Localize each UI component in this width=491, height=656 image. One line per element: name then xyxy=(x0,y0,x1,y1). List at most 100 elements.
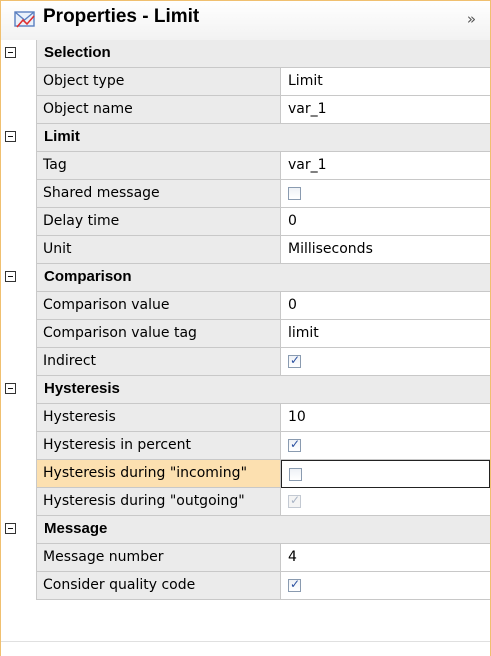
property-checkbox[interactable] xyxy=(288,353,301,368)
group-header-bar: Message xyxy=(36,516,490,544)
property-name-cell[interactable]: Object name xyxy=(36,96,281,124)
property-value-cell[interactable]: 10 xyxy=(281,404,490,432)
property-name-cell[interactable]: Tag xyxy=(36,152,281,180)
property-value[interactable]: 0 xyxy=(288,213,297,229)
group-label: Comparison xyxy=(44,268,132,285)
property-name-cell[interactable]: Hysteresis during "incoming" xyxy=(36,460,281,488)
property-grid: Selection Object type Limit Object name var_… xyxy=(1,40,490,600)
property-name: Hysteresis during "outgoing" xyxy=(43,493,245,509)
property-row[interactable]: Shared message xyxy=(1,180,490,208)
group-label: Hysteresis xyxy=(44,380,120,397)
collapse-group-icon[interactable] xyxy=(5,131,16,142)
properties-panel: Properties - Limit » Selection Object typ… xyxy=(0,0,491,656)
collapse-group-icon[interactable] xyxy=(5,383,16,394)
collapse-group-icon[interactable] xyxy=(5,47,16,58)
property-checkbox[interactable] xyxy=(288,187,301,200)
property-name-cell[interactable]: Hysteresis in percent xyxy=(36,432,281,460)
property-value-cell[interactable]: 0 xyxy=(281,208,490,236)
property-name-cell[interactable]: Hysteresis xyxy=(36,404,281,432)
property-name-cell[interactable]: Indirect xyxy=(36,348,281,376)
property-row[interactable]: Consider quality code xyxy=(1,572,490,600)
property-name-cell[interactable]: Hysteresis during "outgoing" xyxy=(36,488,281,516)
property-row[interactable]: Comparison value tag limit xyxy=(1,320,490,348)
property-value[interactable]: 4 xyxy=(288,549,297,565)
property-name: Object type xyxy=(43,73,125,89)
property-checkbox xyxy=(288,493,301,508)
property-checkbox[interactable] xyxy=(288,437,301,452)
property-value[interactable]: Limit xyxy=(288,73,323,89)
group-header-selection: Selection xyxy=(1,40,490,68)
property-value-cell[interactable]: Milliseconds xyxy=(281,236,490,264)
property-value-cell[interactable] xyxy=(281,180,490,208)
property-value-cell[interactable]: var_1 xyxy=(281,152,490,180)
property-value[interactable]: 10 xyxy=(288,409,306,425)
property-name: Unit xyxy=(43,241,72,257)
property-name-cell[interactable]: Comparison value tag xyxy=(36,320,281,348)
property-name: Comparison value tag xyxy=(43,325,197,341)
panel-footer xyxy=(1,641,490,656)
property-name: Hysteresis in percent xyxy=(43,437,192,453)
property-value[interactable]: limit xyxy=(288,325,319,341)
property-row[interactable]: Object type Limit xyxy=(1,68,490,96)
property-name-cell[interactable]: Shared message xyxy=(36,180,281,208)
property-value-cell[interactable]: 0 xyxy=(281,292,490,320)
collapse-panel-button[interactable]: » xyxy=(467,10,476,28)
group-header-bar: Comparison xyxy=(36,264,490,292)
property-row[interactable]: Message number 4 xyxy=(1,544,490,572)
group-header-message: Message xyxy=(1,516,490,544)
property-name-cell[interactable]: Message number xyxy=(36,544,281,572)
property-checkbox[interactable] xyxy=(289,468,302,481)
panel-titlebar: Properties - Limit » xyxy=(1,1,490,40)
property-value[interactable]: var_1 xyxy=(288,157,327,173)
group-label: Limit xyxy=(44,128,80,145)
property-row[interactable]: Delay time 0 xyxy=(1,208,490,236)
group-header-hysteresis: Hysteresis xyxy=(1,376,490,404)
property-value-cell[interactable]: Limit xyxy=(281,68,490,96)
property-name: Message number xyxy=(43,549,164,565)
property-name: Comparison value xyxy=(43,297,170,313)
group-header-comparison: Comparison xyxy=(1,264,490,292)
group-header-bar: Limit xyxy=(36,124,490,152)
property-name: Shared message xyxy=(43,185,160,201)
property-value-cell[interactable]: 4 xyxy=(281,544,490,572)
property-name: Object name xyxy=(43,101,133,117)
property-value-cell[interactable]: var_1 xyxy=(281,96,490,124)
property-value-cell[interactable] xyxy=(281,348,490,376)
property-name: Delay time xyxy=(43,213,120,229)
property-row[interactable]: Object name var_1 xyxy=(1,96,490,124)
property-name-cell[interactable]: Comparison value xyxy=(36,292,281,320)
collapse-group-icon[interactable] xyxy=(5,523,16,534)
property-value-cell[interactable] xyxy=(281,432,490,460)
property-name: Hysteresis during "incoming" xyxy=(43,465,248,481)
property-row[interactable]: Indirect xyxy=(1,348,490,376)
property-checkbox[interactable] xyxy=(288,577,301,592)
property-value[interactable]: 0 xyxy=(288,297,297,313)
property-value-cell[interactable] xyxy=(281,460,490,488)
property-name-cell[interactable]: Object type xyxy=(36,68,281,96)
group-header-bar: Selection xyxy=(36,40,490,68)
property-name-cell[interactable]: Consider quality code xyxy=(36,572,281,600)
property-row[interactable]: Hysteresis during "outgoing" xyxy=(1,488,490,516)
property-row[interactable]: Hysteresis 10 xyxy=(1,404,490,432)
property-name: Hysteresis xyxy=(43,409,116,425)
property-row[interactable]: Tag var_1 xyxy=(1,152,490,180)
properties-envelope-icon xyxy=(14,11,35,28)
group-label: Selection xyxy=(44,44,111,61)
property-value[interactable]: Milliseconds xyxy=(288,241,373,257)
group-header-bar: Hysteresis xyxy=(36,376,490,404)
property-value-cell[interactable] xyxy=(281,488,490,516)
collapse-group-icon[interactable] xyxy=(5,271,16,282)
property-value-cell[interactable] xyxy=(281,572,490,600)
property-value-cell[interactable]: limit xyxy=(281,320,490,348)
property-name-cell[interactable]: Unit xyxy=(36,236,281,264)
property-row[interactable]: Hysteresis in percent xyxy=(1,432,490,460)
property-name-cell[interactable]: Delay time xyxy=(36,208,281,236)
property-name: Indirect xyxy=(43,353,97,369)
group-header-limit: Limit xyxy=(1,124,490,152)
property-row[interactable]: Hysteresis during "incoming" xyxy=(1,460,490,488)
property-name: Tag xyxy=(43,157,67,173)
property-name: Consider quality code xyxy=(43,577,196,593)
property-row[interactable]: Comparison value 0 xyxy=(1,292,490,320)
property-row[interactable]: Unit Milliseconds xyxy=(1,236,490,264)
property-value[interactable]: var_1 xyxy=(288,101,327,117)
